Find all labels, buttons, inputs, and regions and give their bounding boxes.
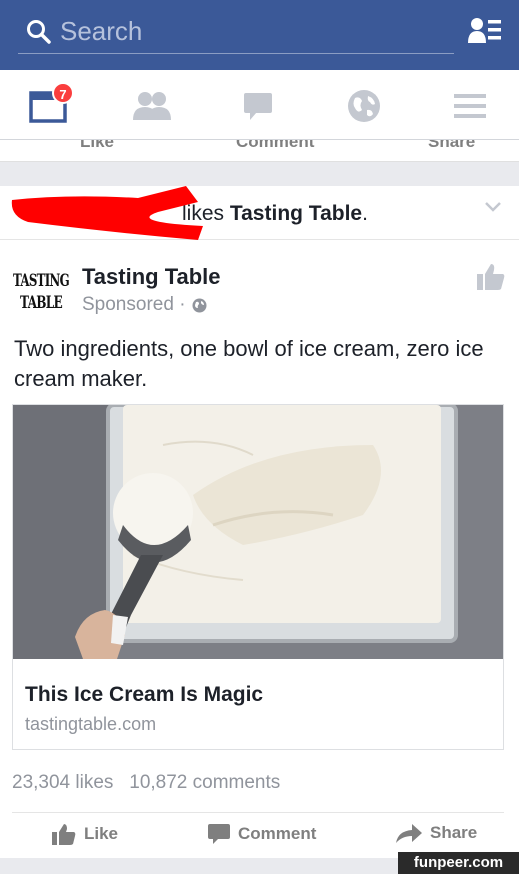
chevron-down-icon[interactable]: [484, 200, 502, 214]
nav-bar: [0, 70, 519, 140]
page-logo[interactable]: TASTING TABLE: [12, 264, 70, 318]
share-label: Share: [430, 823, 478, 842]
page-name-link[interactable]: Tasting Table: [82, 264, 221, 290]
public-globe-icon: [192, 298, 207, 312]
svg-text:TASTING: TASTING: [13, 271, 69, 291]
context-page-link[interactable]: Tasting Table: [230, 202, 362, 225]
comment-label: Comment: [238, 824, 317, 843]
red-scribble-redaction: [11, 186, 203, 240]
likes-count[interactable]: 23,304 likes: [12, 772, 113, 793]
notification-count-badge: 7: [52, 82, 74, 104]
prev-like-button[interactable]: Like: [80, 140, 114, 152]
search-bar[interactable]: Search: [18, 10, 454, 54]
comment-icon: [208, 824, 230, 844]
comments-count[interactable]: 10,872 comments: [129, 772, 280, 793]
globe-icon: [348, 90, 380, 122]
link-title[interactable]: This Ice Cream Is Magic: [25, 683, 263, 707]
feed-story: likes Tasting Table. TASTING TABLE Tasti…: [0, 186, 519, 858]
share-button[interactable]: Share: [396, 823, 477, 843]
story-context-text: likes Tasting Table.: [182, 202, 368, 226]
story-context-header: likes Tasting Table.: [0, 186, 519, 240]
previous-story-actions: Like Comment Share: [0, 140, 519, 162]
ice-cream-photo[interactable]: [13, 405, 503, 659]
link-preview-card[interactable]: This Ice Cream Is Magic tastingtable.com: [12, 404, 504, 750]
prev-comment-button[interactable]: Comment: [236, 140, 314, 152]
prev-share-button[interactable]: Share: [428, 140, 475, 152]
like-page-icon[interactable]: [476, 262, 506, 292]
tab-notifications[interactable]: [342, 84, 386, 128]
tab-messages[interactable]: [236, 84, 280, 128]
search-icon: [27, 19, 51, 44]
like-button[interactable]: Like: [52, 823, 118, 845]
menu-icon: [454, 94, 486, 118]
search-input[interactable]: Search: [60, 16, 142, 47]
svg-text:TABLE: TABLE: [20, 293, 63, 313]
top-bar: Search: [0, 0, 519, 70]
watermark: funpeer.com: [398, 852, 519, 874]
context-suffix: .: [362, 202, 368, 225]
share-arrow-icon: [396, 824, 422, 843]
tab-menu[interactable]: [448, 84, 492, 128]
sponsored-text: Sponsored: [82, 294, 174, 315]
engagement-counts[interactable]: 23,304 likes 10,872 comments: [12, 772, 280, 794]
friend-list-icon[interactable]: [468, 16, 502, 46]
messages-icon: [244, 93, 272, 120]
sponsored-label: Sponsored ·: [82, 294, 207, 316]
thumbs-up-icon: [52, 824, 76, 845]
like-label: Like: [84, 824, 119, 843]
comment-button[interactable]: Comment: [208, 823, 316, 845]
tab-friend-requests[interactable]: [130, 84, 174, 128]
separator-dot: ·: [179, 294, 186, 315]
link-domain: tastingtable.com: [25, 714, 157, 734]
friends-icon: [133, 92, 171, 120]
post-text: Two ingredients, one bowl of ice cream, …: [14, 336, 484, 391]
